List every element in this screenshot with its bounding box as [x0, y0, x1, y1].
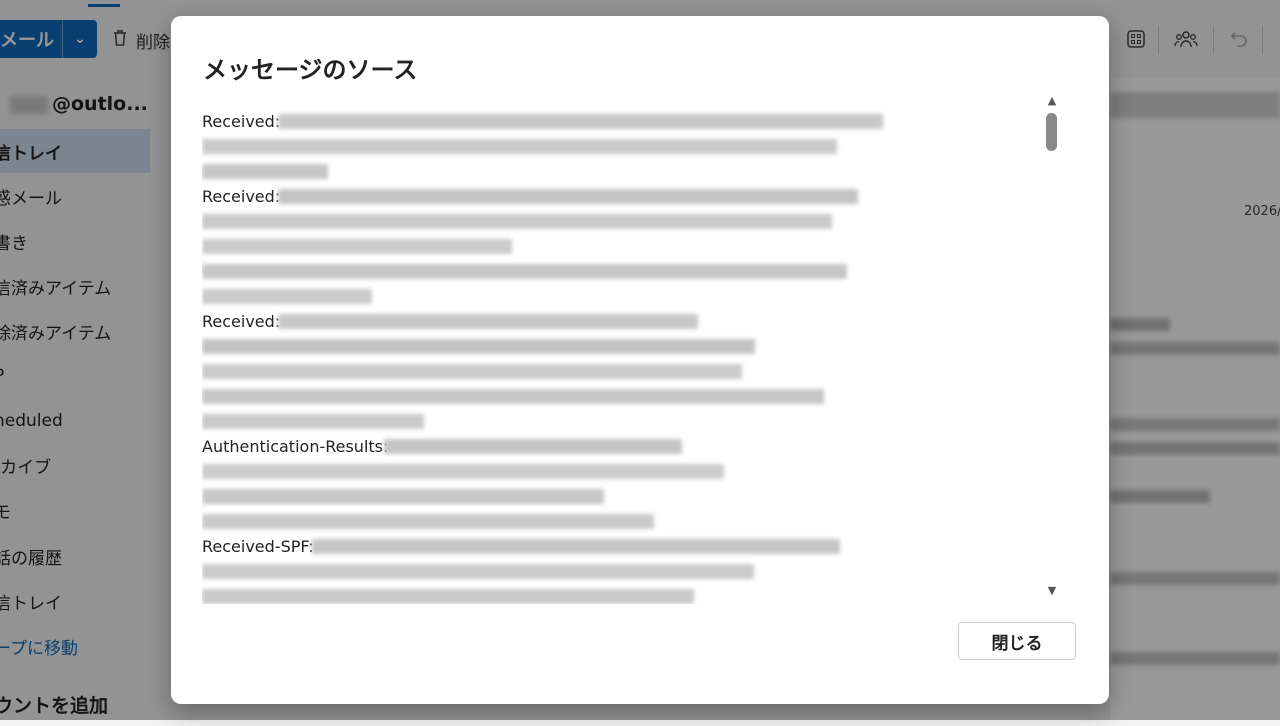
redacted-value [202, 589, 694, 604]
redacted-value [202, 489, 604, 504]
scrollbar-thumb[interactable] [1046, 113, 1057, 151]
redacted-value [278, 189, 858, 204]
redacted-value [202, 464, 724, 479]
dialog-title: メッセージのソース [203, 56, 418, 84]
redacted-value [202, 164, 328, 179]
triangle-down-icon[interactable]: ▼ [1044, 584, 1060, 598]
redacted-value [278, 114, 883, 129]
redacted-value [202, 214, 832, 229]
redacted-value [202, 339, 755, 354]
message-source-text[interactable]: Received: Received: Received: Authentica… [202, 94, 1042, 604]
redacted-value [202, 414, 424, 429]
redacted-value [202, 564, 754, 579]
header-received: Received: [202, 312, 281, 331]
header-received: Received: [202, 112, 281, 131]
triangle-up-icon[interactable]: ▲ [1044, 94, 1060, 108]
redacted-value [202, 364, 742, 379]
redacted-value [202, 239, 512, 254]
message-source-dialog: メッセージのソース Received: Received: Received: … [171, 16, 1109, 704]
redacted-value [312, 539, 840, 554]
redacted-value [202, 389, 824, 404]
redacted-value [384, 439, 682, 454]
close-button[interactable]: 閉じる [958, 622, 1076, 660]
redacted-value [202, 514, 654, 529]
redacted-value [202, 264, 847, 279]
header-authentication-results: Authentication-Results: [202, 437, 389, 456]
header-received: Received: [202, 187, 281, 206]
header-received-spf: Received-SPF: [202, 537, 314, 556]
redacted-value [202, 139, 837, 154]
redacted-value [278, 314, 698, 329]
redacted-value [202, 289, 372, 304]
